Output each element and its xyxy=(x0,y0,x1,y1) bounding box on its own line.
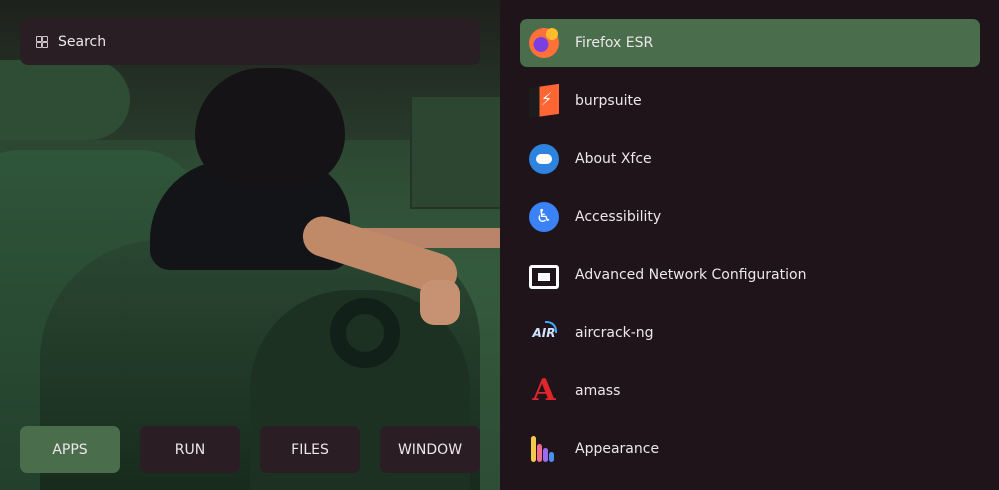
wallpaper-chair-curl xyxy=(330,298,400,368)
app-label: About Xfce xyxy=(575,151,652,167)
aircrack-icon: AIR xyxy=(529,318,559,348)
app-label: burpsuite xyxy=(575,93,642,109)
app-list: Firefox ESR burpsuite About Xfce ♿ Acces… xyxy=(500,0,999,490)
category-tabs: APPS RUN FILES WINDOW xyxy=(20,426,480,473)
tab-run[interactable]: RUN xyxy=(140,426,240,473)
accessibility-icon: ♿ xyxy=(529,202,559,232)
appearance-icon xyxy=(529,434,559,464)
app-item-amass[interactable]: A amass xyxy=(520,367,980,415)
grid-icon xyxy=(36,35,48,48)
app-label: Advanced Network Configuration xyxy=(575,267,807,283)
app-item-burpsuite[interactable]: burpsuite xyxy=(520,77,980,125)
app-label: aircrack-ng xyxy=(575,325,654,341)
wallpaper-armrest xyxy=(0,60,130,140)
app-item-aircrack[interactable]: AIR aircrack-ng xyxy=(520,309,980,357)
tab-window[interactable]: WINDOW xyxy=(380,426,480,473)
app-item-about-xfce[interactable]: About Xfce xyxy=(520,135,980,183)
app-item-firefox[interactable]: Firefox ESR xyxy=(520,19,980,67)
tab-files[interactable]: FILES xyxy=(260,426,360,473)
app-item-accessibility[interactable]: ♿ Accessibility xyxy=(520,193,980,241)
app-label: amass xyxy=(575,383,621,399)
wallpaper-picture-frame xyxy=(410,95,500,209)
wallpaper-figure-hand xyxy=(420,280,460,325)
firefox-icon xyxy=(529,28,559,58)
app-label: Accessibility xyxy=(575,209,662,225)
app-label: Firefox ESR xyxy=(575,35,654,51)
wallpaper-figure-hair xyxy=(195,68,345,188)
wallpaper-panel: APPS RUN FILES WINDOW xyxy=(0,0,500,490)
app-item-network[interactable]: Advanced Network Configuration xyxy=(520,251,980,299)
burpsuite-icon xyxy=(529,83,559,119)
amass-icon: A xyxy=(532,373,556,408)
network-icon xyxy=(529,264,559,289)
app-item-appearance[interactable]: Appearance xyxy=(520,425,980,473)
app-label: Appearance xyxy=(575,441,660,457)
xfce-icon xyxy=(529,144,559,174)
search-bar[interactable] xyxy=(20,18,480,65)
tab-apps[interactable]: APPS xyxy=(20,426,120,473)
search-input[interactable] xyxy=(58,33,438,50)
